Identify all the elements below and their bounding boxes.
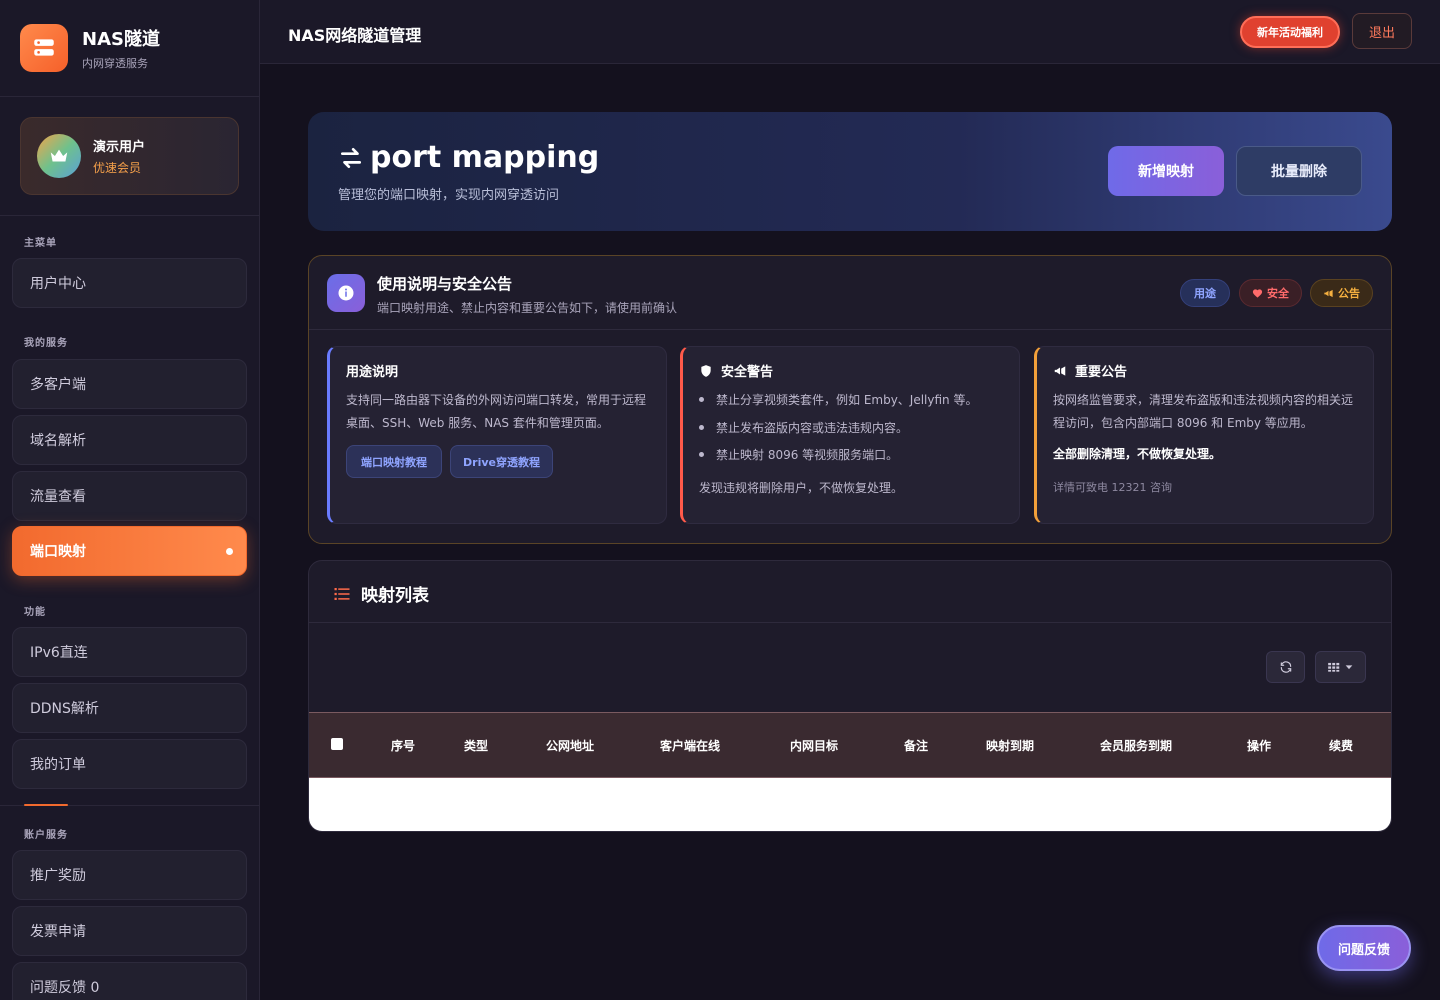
swap-arrows-icon <box>340 147 362 168</box>
sidebar-item-user-center[interactable]: 用户中心 <box>12 258 247 308</box>
sidebar-item-multi-client[interactable]: 多客户端 <box>12 359 247 409</box>
megaphone-icon <box>1324 289 1333 297</box>
announcement-footer: 详情可致电 12321 咨询 <box>1053 481 1172 494</box>
active-dot <box>226 548 233 555</box>
sidebar-item-feedback[interactable]: 问题反馈 0 <box>12 962 247 1000</box>
announcement-title-text: 重要公告 <box>1075 365 1128 380</box>
page-title: NAS网络隧道管理 <box>288 26 422 45</box>
heart-icon <box>1252 288 1263 298</box>
refresh-button[interactable] <box>1266 651 1305 683</box>
tag-security-label: 安全 <box>1267 287 1289 300</box>
refresh-icon <box>1280 661 1291 673</box>
list-header: 映射列表 <box>309 561 1391 623</box>
accent-line <box>24 804 68 806</box>
tag-usage[interactable]: 用途 <box>1180 279 1230 307</box>
usage-title: 用途说明 <box>346 361 398 380</box>
section-label-features: 功能 <box>24 607 46 618</box>
hero-title: port mapping <box>338 140 599 175</box>
column-header[interactable]: 内网目标 <box>790 737 838 754</box>
logout-button[interactable]: 退出 <box>1352 13 1412 49</box>
notice-title: 使用说明与安全公告 <box>377 275 513 293</box>
sidebar-item-traffic[interactable]: 流量查看 <box>12 471 247 521</box>
info-icon <box>327 274 365 312</box>
notice-subtitle: 端口映射用途、禁止内容和重要公告如下，请使用前确认 <box>377 301 678 315</box>
user-card[interactable]: 演示用户 优速会员 <box>20 117 239 195</box>
brand-title: NAS隧道 <box>82 29 160 50</box>
security-bullet: 禁止映射 8096 等视频服务端口。 <box>699 446 898 463</box>
sidebar-item-port-mapping[interactable]: 端口映射 <box>12 526 247 576</box>
column-header[interactable]: 会员服务到期 <box>1100 737 1172 754</box>
security-panel: 安全警告 禁止分享视频类套件，例如 Emby、Jellyfin 等。 禁止发布盗… <box>680 346 1020 524</box>
user-level: 优速会员 <box>93 161 142 175</box>
notice-header: 使用说明与安全公告 端口映射用途、禁止内容和重要公告如下，请使用前确认 用途 安… <box>309 256 1391 330</box>
list-title: 映射列表 <box>333 581 429 606</box>
divider <box>0 215 259 216</box>
crown-icon <box>37 134 81 178</box>
column-header[interactable]: 操作 <box>1247 737 1271 754</box>
table-body <box>309 778 1391 831</box>
security-bullet: 禁止发布盗版内容或违法违规内容。 <box>699 419 908 436</box>
grid-icon <box>1328 662 1340 672</box>
section-label-account: 账户服务 <box>24 830 68 841</box>
sidebar: NAS隧道 内网穿透服务 演示用户 优速会员 主菜单 用户中心 我的服务 多客户… <box>0 0 260 1000</box>
topbar: NAS网络隧道管理 新年活动福利 退出 <box>260 0 1440 64</box>
security-title-text: 安全警告 <box>721 365 774 380</box>
list-icon <box>334 587 350 600</box>
column-header[interactable]: 序号 <box>391 737 415 754</box>
shield-icon <box>701 364 711 377</box>
sidebar-item-label: 端口映射 <box>30 544 86 560</box>
brand: NAS隧道 内网穿透服务 <box>0 0 259 97</box>
security-bullet: 禁止分享视频类套件，例如 Emby、Jellyfin 等。 <box>699 391 977 408</box>
sidebar-item-ipv6[interactable]: IPv6直连 <box>12 627 247 677</box>
notice-card: 使用说明与安全公告 端口映射用途、禁止内容和重要公告如下，请使用前确认 用途 安… <box>308 255 1392 544</box>
table-header: 序号 类型 公网地址 客户端在线 内网目标 备注 映射到期 会员服务到期 操作 … <box>309 712 1391 778</box>
select-all-checkbox[interactable] <box>331 738 343 750</box>
column-header[interactable]: 公网地址 <box>546 737 594 754</box>
feedback-float-button[interactable]: 问题反馈 <box>1317 925 1411 971</box>
drive-tutorial-link[interactable]: Drive穿透教程 <box>450 445 553 478</box>
column-header[interactable]: 类型 <box>464 737 488 754</box>
usage-panel: 用途说明 支持同一路由器下设备的外网访问端口转发，常用于远程桌面、SSH、Web… <box>327 346 667 524</box>
sidebar-item-invoice[interactable]: 发票申请 <box>12 906 247 956</box>
usage-text: 支持同一路由器下设备的外网访问端口转发，常用于远程桌面、SSH、Web 服务、N… <box>346 393 647 430</box>
announcement-text: 按网络监管要求，清理发布盗版和违法视频内容的相关远程访问，包含内部端口 8096… <box>1053 393 1354 430</box>
sidebar-item-referral[interactable]: 推广奖励 <box>12 850 247 900</box>
security-title: 安全警告 <box>699 361 773 380</box>
hero-subtitle: 管理您的端口映射，实现内网穿透访问 <box>338 188 560 203</box>
columns-toggle-button[interactable] <box>1315 651 1366 683</box>
batch-delete-button[interactable]: 批量删除 <box>1236 146 1362 196</box>
brand-subtitle: 内网穿透服务 <box>82 57 148 70</box>
column-header[interactable]: 映射到期 <box>986 737 1034 754</box>
sidebar-item-orders[interactable]: 我的订单 <box>12 739 247 789</box>
section-label-main: 主菜单 <box>24 238 57 249</box>
section-label-services: 我的服务 <box>24 338 68 349</box>
tag-security[interactable]: 安全 <box>1239 279 1302 307</box>
column-header[interactable]: 备注 <box>904 737 928 754</box>
announcement-panel: 重要公告 按网络监管要求，清理发布盗版和违法视频内容的相关远程访问，包含内部端口… <box>1034 346 1374 524</box>
security-footer: 发现违规将删除用户，不做恢复处理。 <box>699 481 904 495</box>
tag-announcement-label: 公告 <box>1338 287 1360 300</box>
hero-title-text: port mapping <box>370 140 600 175</box>
hero-banner: port mapping 管理您的端口映射，实现内网穿透访问 新增映射 批量删除 <box>308 112 1392 231</box>
column-header[interactable]: 续费 <box>1329 737 1353 754</box>
user-name: 演示用户 <box>93 140 146 155</box>
announcement-title: 重要公告 <box>1053 361 1127 380</box>
list-title-text: 映射列表 <box>361 586 429 606</box>
announcement-strong: 全部删除清理，不做恢复处理。 <box>1053 447 1222 461</box>
column-header[interactable]: 客户端在线 <box>660 737 720 754</box>
port-mapping-tutorial-link[interactable]: 端口映射教程 <box>346 445 442 478</box>
sidebar-item-ddns[interactable]: DDNS解析 <box>12 683 247 733</box>
promo-button[interactable]: 新年活动福利 <box>1240 16 1340 48</box>
mapping-list-card: 映射列表 序号 类型 公网地址 客户端在线 内网目标 备注 映射到期 会员服务到… <box>308 560 1392 832</box>
add-mapping-button[interactable]: 新增映射 <box>1108 146 1224 196</box>
tag-announcement[interactable]: 公告 <box>1310 279 1373 307</box>
server-icon <box>20 24 68 72</box>
sidebar-item-domain[interactable]: 域名解析 <box>12 415 247 465</box>
usage-title-text: 用途说明 <box>346 365 399 380</box>
caret-down-icon <box>1345 665 1353 670</box>
megaphone-icon <box>1054 365 1066 376</box>
